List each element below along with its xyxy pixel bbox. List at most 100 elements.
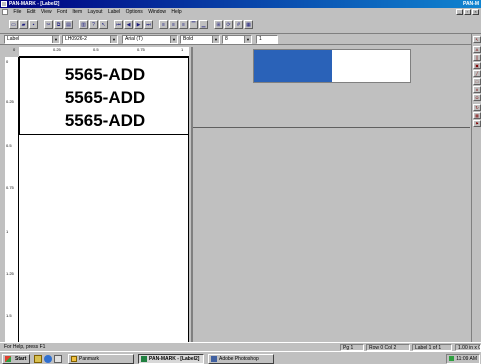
minimize-button[interactable]: _ [456,9,463,15]
menu-file[interactable]: File [11,8,23,16]
ruler-tick: 0 [13,47,16,52]
photoshop-icon [211,356,217,362]
label-text-line[interactable]: 5565-ADD [20,65,190,85]
object-type-select[interactable]: Label ▼ [4,35,60,44]
ruler-tick: 1 [181,47,184,52]
previous-label-icon[interactable]: ◀ [124,20,133,29]
font-style-select[interactable]: Bold ▼ [180,35,220,44]
align-left-icon[interactable]: ≡ [159,20,168,29]
menu-view[interactable]: View [39,8,54,16]
cut-icon[interactable]: ✂ [44,20,53,29]
chevron-down-icon[interactable]: ▼ [52,36,59,43]
copy-icon[interactable]: ⧉ [54,20,63,29]
label-stock-select[interactable]: LH0926-2 ▼ [62,35,118,44]
status-help-text: For Help, press F1 [4,344,46,350]
rotate-icon[interactable]: ⟳ [224,20,233,29]
ruler-tick: 1.5 [6,313,12,318]
ruler-tick: 1.25 [6,271,14,276]
label-text-line[interactable]: 5565-ADD [20,88,190,108]
chevron-down-icon[interactable]: ▼ [244,36,251,43]
align-top-icon[interactable]: ▔ [189,20,198,29]
quick-launch-desktop-icon[interactable] [34,355,42,363]
wrap-tool-icon[interactable]: ↻ [473,104,481,111]
status-label-count: Label 1 of 1 [412,344,452,351]
ruler-tick: 0.5 [6,143,12,148]
menu-edit[interactable]: Edit [25,8,38,16]
quick-launch-outlook-icon[interactable] [54,355,62,363]
barcode-tool-icon[interactable]: ║ [473,54,481,61]
menu-font[interactable]: Font [55,8,69,16]
close-button[interactable]: × [472,9,479,15]
ruler-tick: 0.25 [53,47,61,52]
preview-pane [193,47,470,342]
grid-icon[interactable]: # [234,20,243,29]
main-toolbar: ▭ ▰ ▪ ✂ ⧉ ▤ ▥ ? ↖ ⏮ ◀ ▶ ⏭ ≡ ≡ ≡ ▔ ▁ ⊞ ⟳ … [0,16,481,34]
ruler-tick: 0.25 [6,99,14,104]
system-tray: 11:09 AM [446,354,480,364]
chevron-down-icon[interactable]: ▼ [212,36,219,43]
vertical-ruler: 0 0.25 0.5 0.75 1 1.25 1.5 [5,57,19,342]
value-field[interactable]: 1 [256,35,278,44]
serial-tool-icon[interactable]: # [473,86,481,93]
line-tool-icon[interactable]: ╱ [473,70,481,77]
task-button-photoshop[interactable]: Adobe Photoshop [208,354,274,364]
chevron-down-icon[interactable]: ▼ [110,36,117,43]
document-icon[interactable] [2,9,8,15]
preview-icon[interactable]: ▦ [244,20,253,29]
preview-selection-fill [254,50,332,82]
label-design-area[interactable]: 5565-ADD 5565-ADD 5565-ADD [19,57,189,135]
menu-item[interactable]: Item [70,8,84,16]
pointer-tool-icon[interactable]: ↖ [473,36,481,43]
status-page: Pg 1 [340,344,364,351]
new-file-icon[interactable]: ▭ [9,20,18,29]
table-tool-icon[interactable]: ▦ [473,112,481,119]
label-text-line[interactable]: 5565-ADD [20,111,190,131]
label-canvas[interactable]: 5565-ADD 5565-ADD 5565-ADD [19,57,189,342]
align-center-icon[interactable]: ≡ [169,20,178,29]
image-tool-icon[interactable]: ▣ [473,62,481,69]
quick-launch-browser-icon[interactable] [44,355,52,363]
status-dimensions: 1.00 in x 0.44 in [455,344,481,351]
first-label-icon[interactable]: ⏮ [114,20,123,29]
text-tool-icon[interactable]: A [473,46,481,53]
flag-tool-icon[interactable]: ⚑ [473,120,481,127]
print-icon[interactable]: ▥ [79,20,88,29]
open-folder-icon[interactable]: ▰ [19,20,28,29]
start-button[interactable]: Start [2,354,30,364]
next-label-icon[interactable]: ▶ [134,20,143,29]
window-title-right: PAN-M [462,1,479,7]
clock[interactable]: 11:09 AM [456,356,477,362]
app-icon[interactable] [1,1,7,7]
zoom-icon[interactable]: ⊞ [214,20,223,29]
ruler-tick: 1 [6,229,9,234]
side-toolbar: ↖ A ║ ▣ ╱ □ # Ω ↻ ▦ ⚑ [471,34,481,342]
help-icon[interactable]: ? [89,20,98,29]
font-select[interactable]: Arial (T) ▼ [122,35,178,44]
align-bottom-icon[interactable]: ▁ [199,20,208,29]
box-tool-icon[interactable]: □ [473,78,481,85]
menu-window[interactable]: Window [146,8,168,16]
paste-icon[interactable]: ▤ [64,20,73,29]
align-right-icon[interactable]: ≡ [179,20,188,29]
chevron-down-icon[interactable]: ▼ [170,36,177,43]
status-bar: For Help, press F1 Pg 1 Row 0 Col 2 Labe… [0,342,481,351]
ruler-tick: 0.75 [6,185,14,190]
menu-layout[interactable]: Layout [86,8,105,16]
title-bar: PAN-MARK - [Label2] PAN-M [0,0,481,8]
restore-button[interactable]: ▫ [464,9,471,15]
tray-network-icon[interactable] [449,356,454,361]
horizontal-splitter[interactable] [193,127,470,128]
font-size-select[interactable]: 8 ▼ [222,35,252,44]
menu-options[interactable]: Options [124,8,145,16]
context-help-icon[interactable]: ↖ [99,20,108,29]
menu-label[interactable]: Label [106,8,122,16]
label-preview [253,49,411,83]
menu-bar: File Edit View Font Item Layout Label Op… [0,8,481,16]
last-label-icon[interactable]: ⏭ [144,20,153,29]
windows-logo-icon [5,356,11,362]
task-button-panmark[interactable]: Panmark [68,354,134,364]
save-icon[interactable]: ▪ [29,20,38,29]
task-button-pan-mark-label2[interactable]: PAN-MARK - [Label2] [138,354,204,364]
symbol-tool-icon[interactable]: Ω [473,94,481,101]
menu-help[interactable]: Help [169,8,183,16]
